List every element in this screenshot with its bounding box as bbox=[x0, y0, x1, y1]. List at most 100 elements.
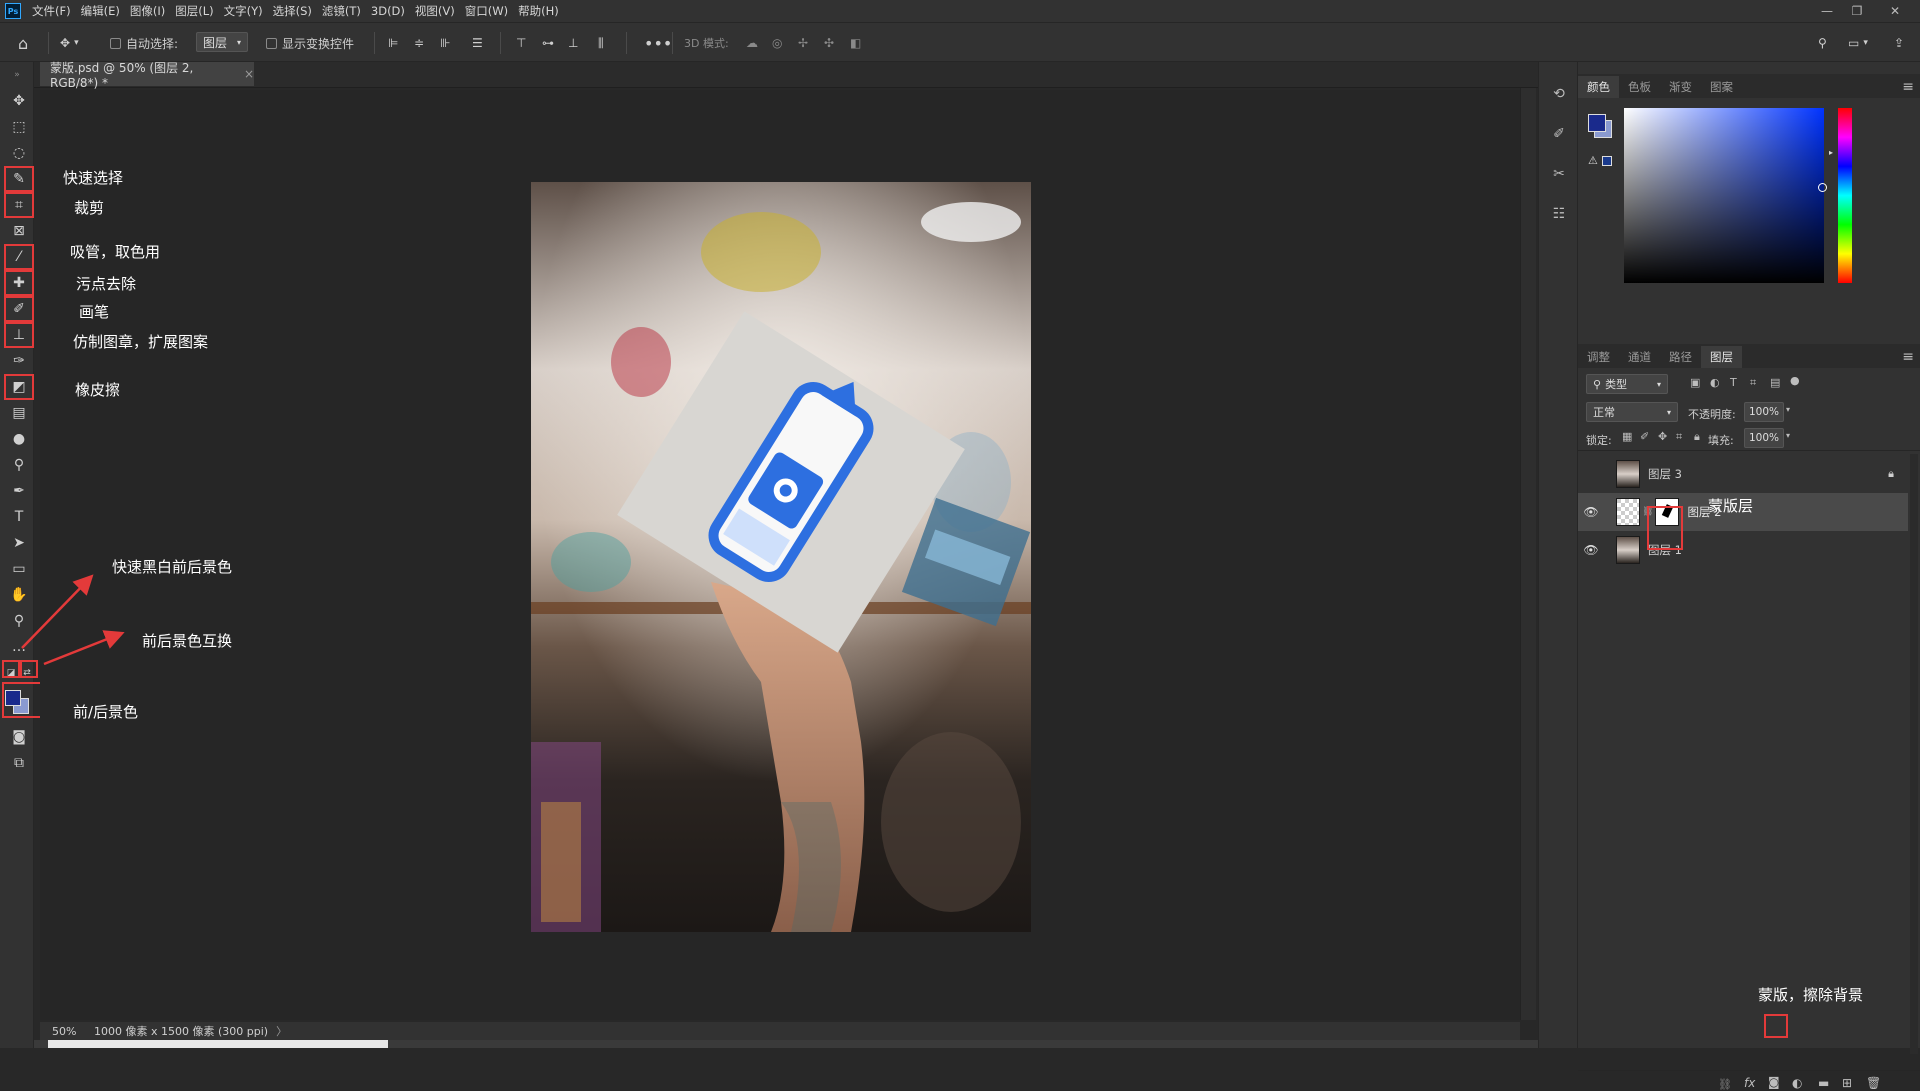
rectangle-tool-icon[interactable]: ▭ bbox=[6, 558, 32, 580]
foreground-color-swatch[interactable] bbox=[5, 690, 21, 706]
gamut-warning-icon[interactable]: ⚠ bbox=[1588, 154, 1598, 167]
lock-all-icon[interactable]: 🔒︎ bbox=[1694, 430, 1700, 444]
workspace-icon[interactable]: ▭ ▾ bbox=[1848, 34, 1868, 52]
tab-paths[interactable]: 路径 bbox=[1660, 346, 1701, 368]
layer-row-3[interactable]: 图层 3 🔒︎ bbox=[1578, 455, 1908, 493]
show-transform-checkbox[interactable]: 显示变换控件 bbox=[266, 34, 354, 52]
lock-artboard-icon[interactable]: ⌗ bbox=[1676, 430, 1682, 444]
lasso-tool-icon[interactable]: ◌ bbox=[6, 142, 32, 164]
distribute-icon[interactable]: ☰ bbox=[472, 34, 483, 52]
visibility-toggle-off[interactable] bbox=[1578, 455, 1604, 493]
fill-input[interactable]: 100% bbox=[1744, 428, 1784, 448]
menu-layer[interactable]: 图层(L) bbox=[170, 3, 218, 19]
link-layers-icon[interactable]: ⛓ bbox=[1718, 1078, 1732, 1091]
color-picker-cursor[interactable] bbox=[1818, 183, 1827, 192]
menu-type[interactable]: 文字(Y) bbox=[219, 3, 268, 19]
tab-adjustments[interactable]: 调整 bbox=[1578, 346, 1619, 368]
filter-adjustment-icon[interactable]: ◐ bbox=[1710, 376, 1720, 389]
home-icon[interactable]: ⌂ bbox=[18, 34, 28, 53]
move-tool-icon[interactable]: ✥ bbox=[6, 90, 32, 112]
fill-dropdown-icon[interactable]: ▾ bbox=[1786, 431, 1790, 440]
checkbox[interactable] bbox=[110, 37, 121, 49]
close-icon[interactable]: ✕ bbox=[1880, 0, 1910, 22]
fx-icon[interactable]: fx bbox=[1744, 1076, 1755, 1090]
checkbox[interactable] bbox=[266, 37, 277, 49]
3d-roll-icon[interactable]: ◎ bbox=[772, 34, 782, 52]
tab-layers[interactable]: 图层 bbox=[1701, 346, 1742, 368]
gradient-tool-icon[interactable]: ▤ bbox=[6, 402, 32, 424]
new-group-icon[interactable]: ▬ bbox=[1818, 1076, 1829, 1090]
align-bottom-icon[interactable]: ⊥ bbox=[568, 34, 578, 52]
layer-filter-dropdown[interactable]: ⚲ 类型 ▾ bbox=[1586, 374, 1668, 394]
align-middle-icon[interactable]: ⊶ bbox=[542, 34, 554, 52]
align-top-icon[interactable]: ⊤ bbox=[516, 34, 526, 52]
opacity-input[interactable]: 100% bbox=[1744, 402, 1784, 422]
add-mask-icon[interactable]: ◙ bbox=[1768, 1075, 1780, 1089]
eye-icon[interactable]: 👁︎ bbox=[1578, 531, 1604, 569]
3d-slide-icon[interactable]: ✣ bbox=[824, 34, 834, 52]
lock-pixels-icon[interactable]: ✐ bbox=[1640, 430, 1649, 443]
3d-pan-icon[interactable]: ✢ bbox=[798, 34, 808, 52]
brush-settings-icon[interactable]: ✐ bbox=[1549, 124, 1569, 144]
menu-3d[interactable]: 3D(D) bbox=[366, 4, 410, 18]
vertical-scrollbar[interactable] bbox=[1520, 88, 1536, 1020]
horizontal-scrollbar[interactable] bbox=[34, 1040, 1538, 1048]
tools-preset-icon[interactable]: ✂ bbox=[1549, 164, 1569, 184]
new-layer-icon[interactable]: ⊞ bbox=[1842, 1076, 1852, 1090]
screen-mode-icon[interactable]: ⧉ bbox=[6, 752, 32, 774]
menu-file[interactable]: 文件(F) bbox=[27, 3, 76, 19]
frame-tool-icon[interactable]: ⊠ bbox=[6, 220, 32, 242]
opacity-dropdown-icon[interactable]: ▾ bbox=[1786, 405, 1790, 414]
tab-channels[interactable]: 通道 bbox=[1619, 346, 1660, 368]
close-tab-icon[interactable]: × bbox=[244, 67, 254, 81]
layer-row-1[interactable]: 👁︎ 图层 1 bbox=[1578, 531, 1908, 569]
search-icon[interactable]: ⚲ bbox=[1818, 34, 1827, 52]
status-arrow-icon[interactable]: 〉 bbox=[276, 1023, 287, 1039]
color-panel-foreground[interactable] bbox=[1588, 114, 1606, 132]
hand-tool-icon[interactable]: ✋ bbox=[6, 584, 32, 606]
panel-menu-icon[interactable]: ≡ bbox=[1902, 346, 1914, 368]
menu-select[interactable]: 选择(S) bbox=[268, 3, 317, 19]
more-tools-icon[interactable]: … bbox=[6, 636, 32, 658]
filter-type-icon[interactable]: T bbox=[1730, 376, 1737, 389]
zoom-level[interactable]: 50% bbox=[52, 1025, 88, 1038]
delete-layer-icon[interactable]: 🗑︎ bbox=[1866, 1076, 1881, 1090]
properties-icon[interactable]: ☷ bbox=[1549, 204, 1569, 224]
dodge-tool-icon[interactable]: ⚲ bbox=[6, 454, 32, 476]
layers-scrollbar[interactable] bbox=[1910, 454, 1918, 1054]
menu-window[interactable]: 窗口(W) bbox=[460, 3, 513, 19]
restore-icon[interactable]: ❐ bbox=[1842, 0, 1872, 22]
history-panel-icon[interactable]: ⟲ bbox=[1549, 84, 1569, 104]
menu-filter[interactable]: 滤镜(T) bbox=[317, 3, 366, 19]
menu-view[interactable]: 视图(V) bbox=[410, 3, 460, 19]
filter-toggle-icon[interactable]: ● bbox=[1790, 374, 1800, 387]
tab-color[interactable]: 颜色 bbox=[1578, 76, 1619, 98]
tab-patterns[interactable]: 图案 bbox=[1701, 76, 1742, 98]
color-picker-field[interactable] bbox=[1624, 108, 1827, 283]
web-color-swatch[interactable] bbox=[1602, 156, 1612, 166]
adjustment-layer-icon[interactable]: ◐ bbox=[1792, 1076, 1802, 1090]
layer-name[interactable]: 图层 3 bbox=[1648, 466, 1682, 482]
auto-select-checkbox[interactable]: 自动选择: bbox=[110, 34, 178, 52]
auto-select-dropdown[interactable]: 图层 ▾ bbox=[196, 32, 248, 52]
align-left-icon[interactable]: ⊫ bbox=[388, 34, 398, 52]
more-options-icon[interactable]: ••• bbox=[644, 34, 672, 53]
tab-gradients[interactable]: 渐变 bbox=[1660, 76, 1701, 98]
eye-icon[interactable]: 👁︎ bbox=[1578, 493, 1604, 531]
document-tab[interactable]: 蒙版.psd @ 50% (图层 2, RGB/8*) * × bbox=[40, 61, 254, 90]
blur-tool-icon[interactable]: ● bbox=[6, 428, 32, 450]
history-brush-tool-icon[interactable]: ✑ bbox=[6, 350, 32, 372]
zoom-tool-icon[interactable]: ⚲ bbox=[6, 610, 32, 632]
blend-mode-dropdown[interactable]: 正常 ▾ bbox=[1586, 402, 1678, 422]
3d-orbit-icon[interactable]: ☁ bbox=[746, 34, 758, 52]
menu-edit[interactable]: 编辑(E) bbox=[76, 3, 125, 19]
collapse-toolbar-icon[interactable]: » bbox=[4, 64, 30, 86]
filter-pixel-icon[interactable]: ▣ bbox=[1690, 376, 1700, 389]
align-center-icon[interactable]: ≑ bbox=[414, 34, 424, 52]
pen-tool-icon[interactable]: ✒ bbox=[6, 480, 32, 502]
document-image[interactable] bbox=[531, 182, 1031, 932]
quick-mask-icon[interactable]: ◙ bbox=[6, 726, 32, 748]
align-right-icon[interactable]: ⊪ bbox=[440, 34, 450, 52]
share-icon[interactable]: ⇪ bbox=[1894, 34, 1904, 52]
hue-slider-marker-icon[interactable]: ▸ bbox=[1829, 148, 1833, 157]
